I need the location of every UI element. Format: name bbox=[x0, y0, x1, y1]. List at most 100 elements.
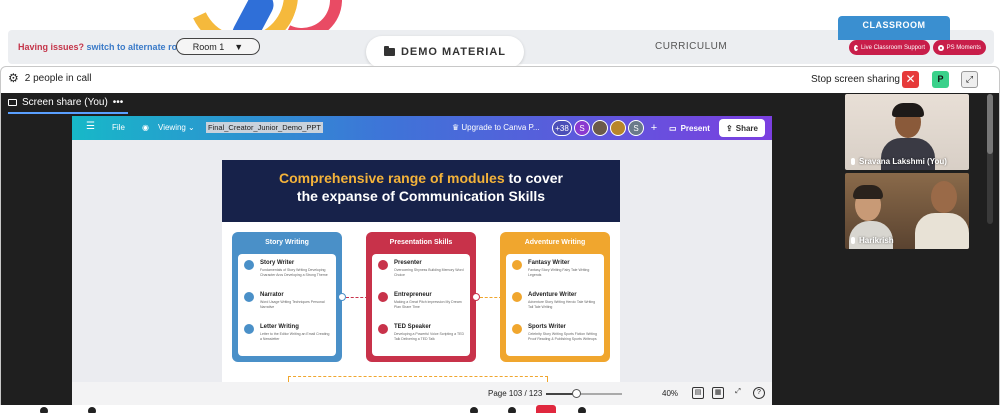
module-column: Presentation Skills Presenter Overcoming… bbox=[366, 232, 476, 362]
add-collaborator-button[interactable]: + bbox=[646, 120, 662, 136]
pages-view-icon[interactable]: ▤ bbox=[692, 387, 704, 399]
moments-icon bbox=[938, 44, 944, 51]
module-topics: Celebrity Story Writing Sports Fiction W… bbox=[528, 332, 597, 341]
participant-video bbox=[915, 213, 969, 249]
module-topics: Adventure Story Writing Heroic Tale Writ… bbox=[528, 300, 596, 309]
people-in-call-text: 2 people in call bbox=[24, 72, 92, 84]
bottom-controls bbox=[0, 405, 1000, 413]
end-call-button[interactable] bbox=[536, 405, 556, 413]
room-select-value: Room 1 bbox=[192, 41, 225, 52]
present-label: Present bbox=[680, 123, 710, 133]
module-icon bbox=[512, 324, 522, 334]
participant-badge[interactable]: P bbox=[932, 71, 949, 88]
screen-share-tab[interactable]: Screen share (You) ••• bbox=[8, 97, 123, 108]
demo-material-label: DEMO MATERIAL bbox=[400, 46, 507, 58]
column-title: Adventure Writing bbox=[524, 239, 586, 246]
ps-moments-label: PS Moments bbox=[946, 44, 981, 51]
module-icon bbox=[512, 292, 522, 302]
module-icon bbox=[378, 324, 388, 334]
control-icon[interactable] bbox=[508, 407, 516, 413]
app-root: Having issues? switch to alternate room … bbox=[0, 0, 1000, 413]
participant-video bbox=[892, 103, 924, 117]
column-title: Story Writing bbox=[265, 239, 309, 246]
module-title: Story Writer bbox=[260, 260, 295, 266]
active-tab-underline bbox=[8, 112, 128, 114]
slide-title-line2: the expanse of Communication Skills bbox=[296, 188, 546, 204]
participant-name-label: Sravana Lakshmi (You) bbox=[859, 157, 947, 166]
control-icon[interactable] bbox=[470, 407, 478, 413]
stop-sharing-label: Stop screen sharing bbox=[811, 74, 900, 85]
control-icon[interactable] bbox=[578, 407, 586, 413]
mic-icon bbox=[851, 237, 855, 244]
live-support-button[interactable]: Live Classroom Support bbox=[849, 40, 930, 55]
file-menu[interactable]: File bbox=[112, 123, 125, 132]
chevron-down-icon: ⌄ bbox=[188, 123, 195, 132]
module-title: Sports Writer bbox=[528, 324, 566, 330]
control-icon[interactable] bbox=[40, 407, 48, 413]
module-topics: Developing a Powerful Voice Scripting a … bbox=[394, 332, 464, 341]
menu-icon[interactable]: ☰ bbox=[86, 121, 95, 132]
module-icon bbox=[244, 292, 254, 302]
fullscreen-icon[interactable]: ⤢ bbox=[732, 387, 744, 399]
share-button[interactable]: ⇪ Share bbox=[719, 119, 765, 137]
screen-share-tab-label: Screen share (You) bbox=[22, 97, 108, 108]
column-body: Fantasy Writer Fantasy Story Writing Fai… bbox=[506, 254, 604, 356]
upgrade-button[interactable]: ♛ Upgrade to Canva P... bbox=[452, 123, 540, 132]
participant-name: Harikrish bbox=[851, 236, 894, 245]
support-icon bbox=[854, 44, 858, 51]
demo-material-button[interactable]: DEMO MATERIAL bbox=[366, 36, 524, 68]
participants-scrollbar[interactable] bbox=[987, 94, 993, 224]
more-options-icon[interactable]: ••• bbox=[113, 97, 124, 108]
connector-node bbox=[472, 293, 480, 301]
document-title[interactable]: Final_Creator_Junior_Demo_PPT bbox=[206, 122, 323, 133]
eye-icon: ◉ bbox=[142, 123, 149, 132]
issues-notice: Having issues? switch to alternate room bbox=[18, 42, 191, 52]
live-support-label: Live Classroom Support bbox=[860, 44, 925, 51]
module-title: Adventure Writer bbox=[528, 292, 577, 298]
scrollbar-thumb[interactable] bbox=[987, 94, 993, 154]
slide-title-line1: Comprehensive range of modules to cover bbox=[222, 170, 620, 186]
crown-icon: ♛ bbox=[452, 123, 460, 132]
avatar-photo[interactable] bbox=[610, 120, 626, 136]
module-column: Adventure Writing Fantasy Writer Fantasy… bbox=[500, 232, 610, 362]
viewing-menu[interactable]: Viewing bbox=[158, 123, 186, 132]
call-status-bar: ⚙ 2 people in call bbox=[8, 72, 91, 84]
upload-icon: ⇪ bbox=[726, 123, 733, 133]
avatar[interactable]: S bbox=[574, 120, 590, 136]
collaborator-avatars: +38 S S + bbox=[552, 120, 662, 136]
module-topics: Fundamentals of Story Writing Developing… bbox=[260, 268, 328, 277]
canva-toolbar: ☰ File ◉ Viewing ⌄ Final_Creator_Junior_… bbox=[72, 116, 772, 140]
zoom-value[interactable]: 40% bbox=[662, 389, 678, 398]
canva-footer: Page 103 / 123 40% ▤ ▦ ⤢ ? bbox=[72, 382, 772, 405]
collaborator-count[interactable]: +38 bbox=[552, 120, 572, 136]
grid-view-icon[interactable]: ▦ bbox=[712, 387, 724, 399]
curriculum-tab[interactable]: CURRICULUM bbox=[655, 41, 727, 52]
ps-moments-button[interactable]: PS Moments bbox=[933, 40, 986, 55]
present-button[interactable]: ▭ Present bbox=[662, 119, 717, 137]
alternate-room-link[interactable]: switch to alternate room bbox=[87, 42, 191, 52]
participant-name-label: Harikrish bbox=[859, 236, 894, 245]
module-topics: Word Usage Writing Techniques Personal N… bbox=[260, 300, 325, 309]
participant-tile[interactable]: Harikrish bbox=[845, 173, 969, 249]
zoom-slider[interactable] bbox=[546, 389, 622, 398]
control-icon[interactable] bbox=[88, 407, 96, 413]
help-icon[interactable]: ? bbox=[753, 387, 765, 399]
page-indicator[interactable]: Page 103 / 123 bbox=[488, 389, 542, 398]
folder-icon bbox=[383, 46, 395, 56]
module-topics: Making a Great Pitch impression My Dream… bbox=[394, 300, 462, 309]
module-title: Entrepreneur bbox=[394, 292, 432, 298]
participant-tile[interactable]: Sravana Lakshmi (You) bbox=[845, 94, 969, 170]
zoom-slider-thumb[interactable] bbox=[572, 389, 582, 398]
gear-icon[interactable]: ⚙ bbox=[8, 72, 19, 84]
slide: Comprehensive range of modules to cover … bbox=[222, 160, 620, 382]
module-title: Letter Writing bbox=[260, 324, 299, 330]
stop-sharing-button[interactable]: ✕ bbox=[902, 71, 919, 88]
room-select[interactable]: Room 1 ▼ bbox=[176, 38, 260, 55]
slide-title-rest: to cover bbox=[508, 170, 563, 186]
module-icon bbox=[244, 260, 254, 270]
present-icon: ▭ bbox=[669, 123, 677, 133]
avatar-photo[interactable] bbox=[592, 120, 608, 136]
classroom-tab[interactable]: CLASSROOM bbox=[838, 16, 950, 40]
expand-icon[interactable]: ⤢ bbox=[961, 71, 978, 88]
avatar[interactable]: S bbox=[628, 120, 644, 136]
